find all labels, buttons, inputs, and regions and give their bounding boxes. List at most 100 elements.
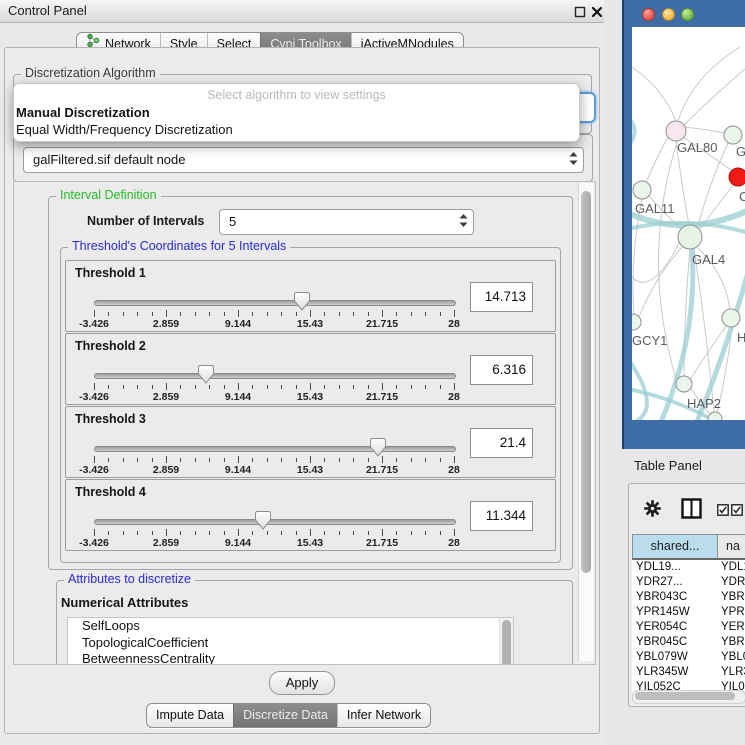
network-view-window[interactable]: GAL80GACGAL11GAL4GCY1HHAP2 — [622, 0, 745, 449]
tab-impute-data[interactable]: Impute Data — [147, 704, 233, 727]
table-row[interactable]: YPR145WYPR1 — [632, 605, 745, 620]
scrollbar-thumb[interactable] — [635, 692, 735, 700]
table-cell: YLR345W — [632, 665, 717, 680]
slider-tick — [180, 458, 181, 462]
list-item-betweennesscentrality[interactable]: BetweennessCentrality — [68, 651, 513, 665]
slider-thumb[interactable] — [370, 438, 386, 462]
num-intervals-combo[interactable]: 5 — [219, 209, 474, 235]
slider-thumb[interactable] — [255, 511, 271, 535]
table-cell: YBR043C — [632, 590, 717, 605]
table-data-combo[interactable]: galFiltered.sif default node — [23, 147, 584, 173]
minimize-traffic-light-icon[interactable] — [662, 8, 675, 21]
apply-button[interactable]: Apply — [269, 671, 335, 695]
table-row[interactable]: YDL19...YDL1 — [632, 560, 745, 575]
slider-track[interactable] — [94, 519, 456, 525]
slider-tick — [454, 456, 455, 463]
tab-label: Discretize Data — [243, 704, 328, 727]
table-row[interactable]: YBR043CYBR0 — [632, 590, 745, 605]
threshold-value-field[interactable]: 6.316 — [470, 355, 533, 385]
network-canvas[interactable]: GAL80GACGAL11GAL4GCY1HHAP2 — [632, 27, 745, 420]
slider-tick — [180, 385, 181, 389]
slider-tick — [94, 383, 95, 390]
node-label: GAL4 — [692, 252, 725, 267]
slider-tick — [166, 529, 167, 536]
tick-label: 9.144 — [225, 537, 251, 549]
algorithm-option-equal-width-frequency-discretization[interactable]: Equal Width/Frequency Discretization — [16, 121, 233, 138]
network-node[interactable] — [708, 412, 722, 420]
slider-tick — [238, 529, 239, 536]
close-icon[interactable] — [591, 5, 603, 17]
scrollbar-thumb[interactable] — [502, 620, 511, 665]
slider-tick — [368, 531, 369, 535]
column-header-2[interactable]: na — [718, 535, 745, 558]
threshold-slider[interactable]: -3.4262.8599.14415.4321.71528 — [94, 437, 454, 475]
close-traffic-light-icon[interactable] — [642, 8, 655, 21]
table-row[interactable]: YBR045CYBR0 — [632, 635, 745, 650]
node-label: GAL11 — [635, 201, 675, 216]
threshold-value-field[interactable]: 21.4 — [470, 428, 533, 458]
node-label: GCY1 — [632, 333, 667, 348]
tab-discretize-data[interactable]: Discretize Data — [233, 704, 337, 727]
threshold-slider[interactable]: -3.4262.8599.14415.4321.71528 — [94, 510, 454, 548]
slider-tick — [281, 531, 282, 535]
table-horizontal-scrollbar[interactable] — [632, 690, 745, 704]
network-window-titlebar[interactable] — [624, 0, 745, 27]
combo-value: galFiltered.sif default node — [33, 148, 185, 172]
column-header-1[interactable]: shared... — [633, 535, 718, 558]
scrollbar-thumb[interactable] — [581, 191, 591, 573]
slider-tick — [252, 531, 253, 535]
table-header-row: shared...na — [632, 534, 745, 560]
tab-infer-network[interactable]: Infer Network — [337, 704, 430, 727]
slider-track[interactable] — [94, 446, 456, 452]
slider-tick — [123, 385, 124, 389]
slider-tick — [209, 312, 210, 316]
threshold-slider[interactable]: -3.4262.8599.14415.4321.71528 — [94, 364, 454, 402]
table-row[interactable]: YLR345WYLR3 — [632, 665, 745, 680]
gear-icon[interactable] — [643, 499, 662, 523]
network-node-gal80[interactable] — [666, 121, 686, 141]
threshold-slider[interactable]: -3.4262.8599.14415.4321.71528 — [94, 291, 454, 329]
algorithm-option-manual-discretization[interactable]: Manual Discretization — [16, 104, 150, 121]
table-row[interactable]: YBL079WYBL0 — [632, 650, 745, 665]
table-row[interactable]: YER054CYER0 — [632, 620, 745, 635]
split-columns-icon[interactable] — [681, 498, 702, 524]
list-item-selfloops[interactable]: SelfLoops — [68, 618, 513, 635]
network-node-gal4[interactable] — [678, 225, 702, 249]
network-node-c[interactable] — [729, 168, 745, 186]
combo-stepper-icon — [459, 214, 468, 231]
slider-tick — [440, 458, 441, 462]
tick-label: 28 — [448, 391, 460, 403]
table-cell: YDL1 — [717, 560, 745, 575]
tick-label: -3.426 — [79, 464, 109, 476]
network-node-gal11[interactable] — [633, 181, 651, 199]
panel-scrollbar[interactable] — [578, 183, 594, 661]
checkbox-icon[interactable] — [717, 503, 729, 521]
float-icon[interactable] — [574, 5, 586, 17]
list-item-topologicalcoefficient[interactable]: TopologicalCoefficient — [68, 635, 513, 652]
tick-label: 21.715 — [366, 318, 398, 330]
slider-track[interactable] — [94, 373, 456, 379]
checkbox-icon[interactable] — [731, 503, 743, 521]
settings-scroll-area: Interval Definition Number of Intervals … — [13, 181, 596, 665]
slider-thumb[interactable] — [198, 365, 214, 389]
list-scrollbar[interactable] — [499, 618, 513, 665]
network-node-ga[interactable] — [724, 126, 742, 144]
network-edge — [684, 127, 724, 133]
node-label: H — [737, 330, 745, 345]
slider-tick — [267, 458, 268, 462]
slider-tick — [440, 385, 441, 389]
slider-thumb[interactable] — [294, 292, 310, 316]
network-node-h[interactable] — [722, 309, 740, 327]
node-table: shared...na YDL19...YDL1YDR27...YDR2YBR0… — [632, 534, 745, 695]
network-node-hap2[interactable] — [676, 376, 692, 392]
node-label: GAL80 — [677, 140, 717, 155]
table-row[interactable]: YDR27...YDR2 — [632, 575, 745, 590]
slider-track[interactable] — [94, 300, 456, 306]
threshold-value-field[interactable]: 14.713 — [470, 282, 533, 312]
table-cell: YLR3 — [717, 665, 745, 680]
slider-tick — [310, 383, 311, 390]
numerical-attributes-list[interactable]: SelfLoopsTopologicalCoefficientBetweenne… — [67, 617, 514, 665]
slider-tick — [368, 312, 369, 316]
zoom-traffic-light-icon[interactable] — [681, 8, 694, 21]
threshold-value-field[interactable]: 11.344 — [470, 501, 533, 531]
